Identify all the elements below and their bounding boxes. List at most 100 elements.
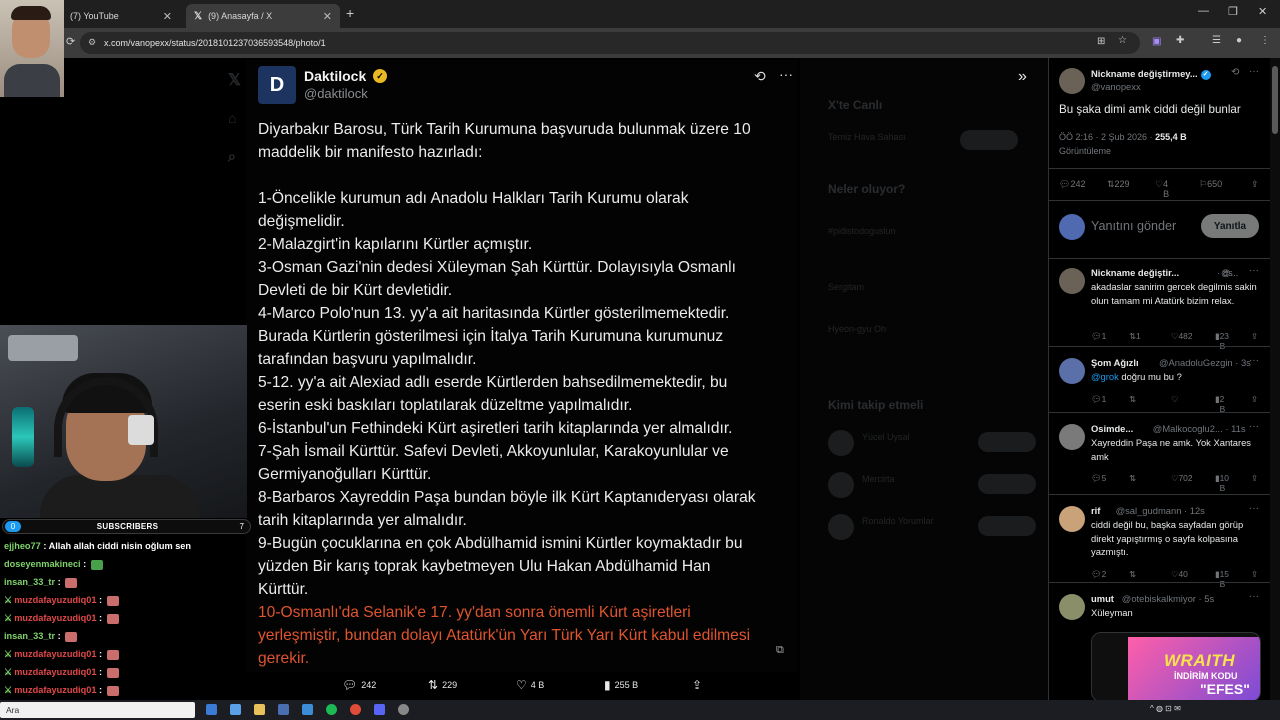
- reply-author-handle[interactable]: @otebiskalkmiyor · 5s: [1122, 593, 1214, 604]
- reply-stat[interactable]: 💬︎ 2: [1091, 569, 1106, 580]
- reply-media[interactable]: WRAITH İNDİRİM KODU "EFES": [1091, 632, 1261, 700]
- like-stat[interactable]: ♡: [1171, 394, 1179, 404]
- mention-link[interactable]: @grok: [1091, 371, 1119, 382]
- tab-x-home[interactable]: 𝕏 (9) Anasayfa / X ✕: [186, 4, 340, 28]
- share-icon[interactable]: ⇪: [1251, 394, 1258, 404]
- share-action[interactable]: ⇪: [692, 678, 702, 692]
- system-tray[interactable]: ^ ◍ ⊡ ✉: [1150, 704, 1181, 713]
- repost-stat[interactable]: ⇅: [1129, 473, 1136, 483]
- minimize-button[interactable]: —: [1198, 5, 1209, 17]
- app-icon[interactable]: [302, 704, 313, 715]
- reply-author-handle[interactable]: @Malkocoglu2... · 11s: [1153, 423, 1246, 434]
- reply-input[interactable]: Yanıtını gönder: [1091, 219, 1176, 233]
- bookmark-star-icon[interactable]: ☆: [1118, 35, 1127, 46]
- taskbar-search[interactable]: Ara: [0, 702, 195, 718]
- author-handle[interactable]: @vanopexx: [1091, 81, 1141, 92]
- replies-scrollbar[interactable]: [1270, 58, 1280, 700]
- extensions-puzzle-icon[interactable]: ✚: [1176, 35, 1184, 46]
- reply-button[interactable]: Yanıtla: [1201, 214, 1259, 238]
- reply-stat[interactable]: 💬︎ 1: [1091, 331, 1106, 342]
- chat-username[interactable]: muzdafayuzudiq01: [14, 613, 96, 623]
- tab-youtube[interactable]: (7) YouTube ✕: [62, 4, 180, 28]
- grok-icon[interactable]: ⟲: [1231, 67, 1239, 78]
- chat-username[interactable]: insan_33_tr: [4, 577, 55, 587]
- expand-panel-icon[interactable]: »: [1018, 68, 1027, 86]
- store-icon[interactable]: [230, 704, 241, 715]
- share-icon[interactable]: ⇪: [1251, 179, 1259, 190]
- tab-search-icon[interactable]: ☰: [1212, 35, 1221, 46]
- discord-icon[interactable]: [374, 704, 385, 715]
- spotify-icon[interactable]: [326, 704, 337, 715]
- views-stat[interactable]: ▮ 2 B: [1215, 394, 1225, 414]
- share-icon[interactable]: ⇪: [1251, 569, 1258, 579]
- tweet-time[interactable]: ÖÖ 2:16 · 2 Şub 2026 ·: [1059, 132, 1155, 142]
- explorer-icon[interactable]: [254, 704, 265, 715]
- reply-avatar[interactable]: [1059, 594, 1085, 620]
- reply-author-name[interactable]: Osimde...: [1091, 423, 1133, 434]
- repost-stat[interactable]: ⇅: [1129, 394, 1136, 404]
- like-stat[interactable]: ♡ 702: [1171, 473, 1193, 483]
- author-avatar[interactable]: [1059, 68, 1085, 94]
- chat-username[interactable]: doseyenmakineci: [4, 559, 81, 569]
- repost-action[interactable]: ⇅ 229: [428, 678, 457, 692]
- reply-stat[interactable]: 💬︎ 242: [1059, 179, 1085, 190]
- restore-button[interactable]: ❐: [1228, 5, 1238, 18]
- like-stat[interactable]: ♡ 4 B: [1155, 179, 1169, 199]
- chat-username[interactable]: muzdafayuzudiq01: [14, 649, 96, 659]
- app-icon[interactable]: [278, 704, 289, 715]
- edge-icon[interactable]: [206, 704, 217, 715]
- chat-username[interactable]: insan_33_tr: [4, 631, 55, 641]
- more-dots-icon[interactable]: ···: [1249, 503, 1259, 514]
- views-stat[interactable]: ▮ 15 B: [1215, 569, 1229, 589]
- like-action[interactable]: ♡ 4 B: [516, 678, 544, 692]
- more-dots-icon[interactable]: ···: [1249, 421, 1259, 432]
- views-stat[interactable]: ▮ 23 B: [1215, 331, 1229, 351]
- repost-stat[interactable]: ⇅: [1129, 569, 1136, 579]
- extension-icon[interactable]: ▣: [1152, 36, 1161, 47]
- url-field[interactable]: ⚙ x.com/vanopexx/status/2018101237036593…: [80, 32, 1140, 54]
- reply-author-handle[interactable]: @AnadoluGezgin · 3s: [1159, 357, 1251, 368]
- reply-author-name[interactable]: Şom Ağızlı: [1091, 357, 1139, 368]
- tab-youtube-close-icon[interactable]: ✕: [163, 10, 172, 23]
- bookmark-stat[interactable]: ⚐ 650: [1199, 179, 1222, 190]
- scrollbar-thumb[interactable]: [1272, 66, 1278, 134]
- more-dots-icon[interactable]: ···: [1249, 355, 1259, 366]
- new-tab-button[interactable]: +: [346, 5, 354, 21]
- more-dots-icon[interactable]: ···: [1249, 591, 1259, 602]
- like-stat[interactable]: ♡ 482: [1171, 331, 1193, 341]
- reply-avatar[interactable]: [1059, 424, 1085, 450]
- chat-username[interactable]: muzdafayuzudiq01: [14, 667, 96, 677]
- views-stat[interactable]: ▮ 10 B: [1215, 473, 1229, 493]
- install-app-icon[interactable]: ⊞: [1097, 36, 1105, 47]
- author-name[interactable]: Nickname değiştirmey... ✓: [1091, 68, 1211, 80]
- share-icon[interactable]: ⇪: [1251, 331, 1258, 341]
- reply-time[interactable]: · 8s: [1217, 267, 1233, 278]
- reply-stat[interactable]: 💬︎ 1: [1091, 394, 1106, 405]
- chat-username[interactable]: muzdafayuzudiq01: [14, 685, 96, 695]
- image-alt-icon[interactable]: ⧉: [776, 644, 784, 657]
- reply-author-name[interactable]: Nickname değiştir...: [1091, 267, 1179, 278]
- chat-username[interactable]: ejjheo77: [4, 541, 41, 551]
- chat-username[interactable]: muzdafayuzudiq01: [14, 595, 96, 605]
- reply-author-name[interactable]: umut: [1091, 593, 1114, 604]
- reply-action[interactable]: 💬︎ 242: [342, 678, 376, 692]
- profile-icon[interactable]: ●: [1236, 35, 1242, 46]
- repost-stat[interactable]: ⇅ 1: [1129, 331, 1141, 341]
- reply-avatar[interactable]: [1059, 358, 1085, 384]
- reply-avatar[interactable]: [1059, 268, 1085, 294]
- views-action[interactable]: ▮ 255 B: [604, 678, 638, 692]
- obs-icon[interactable]: [398, 704, 409, 715]
- reload-icon[interactable]: ⟳: [66, 35, 75, 48]
- share-icon[interactable]: ⇪: [1251, 473, 1258, 483]
- reply-author-handle[interactable]: @sal_gudmann · 12s: [1116, 505, 1205, 516]
- reply-stat[interactable]: 💬︎ 5: [1091, 473, 1106, 484]
- repost-stat[interactable]: ⇅ 229: [1107, 179, 1130, 190]
- menu-kebab-icon[interactable]: ⋮: [1260, 35, 1270, 46]
- site-info-icon[interactable]: ⚙: [88, 37, 96, 48]
- close-window-button[interactable]: ✕: [1258, 5, 1267, 18]
- reply-author-name[interactable]: rif: [1091, 505, 1100, 516]
- tweet-photo[interactable]: D Daktilock ✓ @daktilock ⟲ ··· Diyarbakı…: [246, 60, 798, 672]
- reply-avatar[interactable]: [1059, 506, 1085, 532]
- more-dots-icon[interactable]: ···: [1249, 265, 1259, 276]
- like-stat[interactable]: ♡ 40: [1171, 569, 1188, 579]
